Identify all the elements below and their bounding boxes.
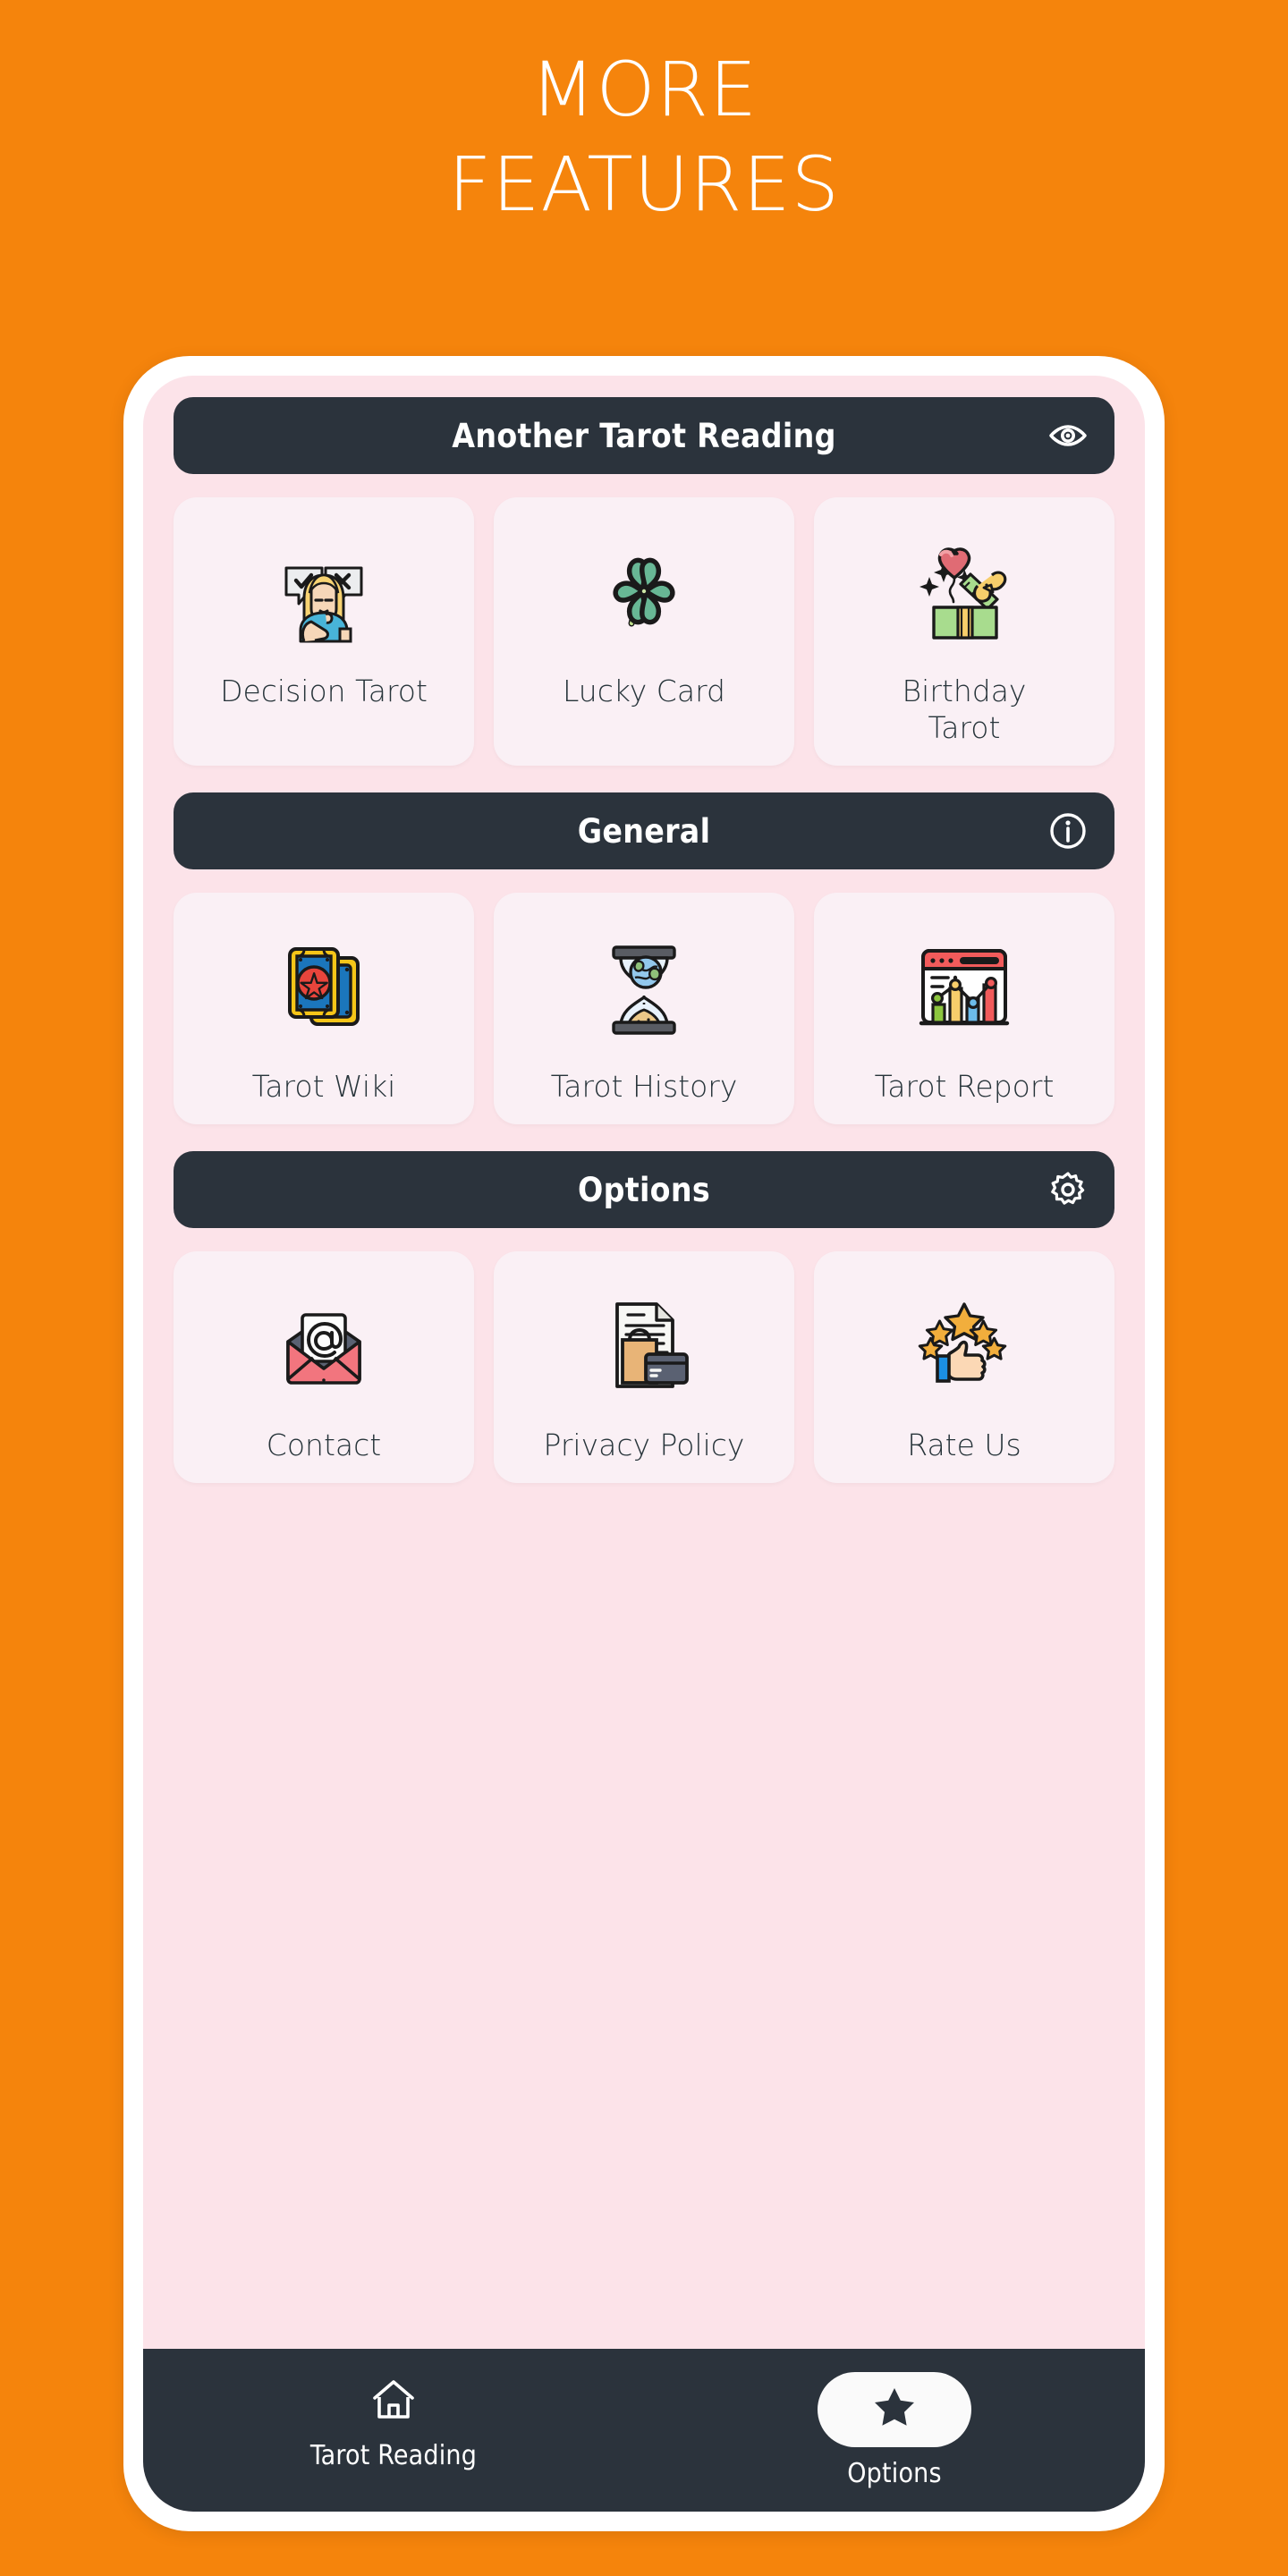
home-icon <box>368 2372 419 2428</box>
feature-card-label: Decision Tarot <box>220 674 428 708</box>
section-title: General <box>577 811 711 851</box>
envelope-at-icon <box>268 1278 379 1412</box>
nav-item-label: Tarot Reading <box>309 2440 478 2471</box>
hero-title-line-2: FEATURES <box>448 140 840 228</box>
feature-card-lucky-card[interactable]: Lucky Card <box>494 497 794 766</box>
feature-card-label: Rate Us <box>907 1428 1021 1462</box>
four-leaf-clover-icon <box>590 524 698 658</box>
hero-title-line-1: MORE <box>530 46 758 133</box>
section-header-options[interactable]: Options <box>174 1151 1114 1228</box>
tarot-cards-icon <box>270 919 377 1054</box>
document-bag-card-icon <box>590 1278 698 1412</box>
feature-card-tarot-wiki[interactable]: Tarot Wiki <box>174 893 474 1124</box>
section-header-another-tarot-reading[interactable]: Another Tarot Reading <box>174 397 1114 474</box>
card-row-general: Tarot Wiki Tarot History Tarot Report <box>174 893 1114 1124</box>
card-row-another-tarot-reading: Decision Tarot Lucky Card Birthday Tarot <box>174 497 1114 766</box>
feature-card-contact[interactable]: Contact <box>174 1251 474 1483</box>
section-title: Options <box>578 1170 710 1209</box>
bottom-navigation: Tarot Reading Options <box>143 2349 1145 2512</box>
nav-active-pill[interactable] <box>818 2372 971 2447</box>
feature-card-rate-us[interactable]: Rate Us <box>814 1251 1114 1483</box>
feature-card-decision-tarot[interactable]: Decision Tarot <box>174 497 474 766</box>
feature-card-label: Lucky Card <box>562 674 725 708</box>
feature-card-birthday-tarot[interactable]: Birthday Tarot <box>814 497 1114 766</box>
feature-card-label: Contact <box>266 1428 382 1462</box>
card-row-options: Contact Privacy Policy Rate Us <box>174 1251 1114 1483</box>
feature-card-tarot-report[interactable]: Tarot Report <box>814 893 1114 1124</box>
chart-window-icon <box>909 919 1020 1054</box>
feature-card-label: Privacy Policy <box>543 1428 745 1462</box>
decision-person-icon <box>270 524 377 658</box>
nav-item-label: Options <box>847 2458 942 2489</box>
section-title: Another Tarot Reading <box>452 416 836 455</box>
thumbs-up-stars-icon <box>907 1278 1021 1412</box>
feature-card-label: Tarot Wiki <box>251 1069 396 1104</box>
section-header-general[interactable]: General <box>174 792 1114 869</box>
nav-item-options[interactable]: Options <box>644 2372 1145 2489</box>
gift-heart-icon <box>907 524 1021 658</box>
feature-card-privacy-policy[interactable]: Privacy Policy <box>494 1251 794 1483</box>
info-circle-icon[interactable] <box>1046 809 1089 852</box>
phone-screen: Another Tarot Reading Decision Tarot Luc… <box>143 376 1145 2512</box>
feature-card-label: Birthday Tarot <box>902 674 1027 745</box>
star-icon <box>871 2385 918 2436</box>
feature-card-label: Tarot History <box>550 1069 738 1104</box>
phone-frame: Another Tarot Reading Decision Tarot Luc… <box>123 356 1165 2531</box>
eye-icon[interactable] <box>1046 414 1089 457</box>
hourglass-globe-icon <box>590 919 698 1054</box>
feature-card-label: Tarot Report <box>874 1069 1055 1104</box>
app-content: Another Tarot Reading Decision Tarot Luc… <box>143 376 1145 2349</box>
feature-card-tarot-history[interactable]: Tarot History <box>494 893 794 1124</box>
gear-icon[interactable] <box>1046 1168 1089 1211</box>
nav-item-tarot-reading[interactable]: Tarot Reading <box>143 2372 644 2471</box>
hero-title: MORE FEATURES <box>0 52 1288 222</box>
